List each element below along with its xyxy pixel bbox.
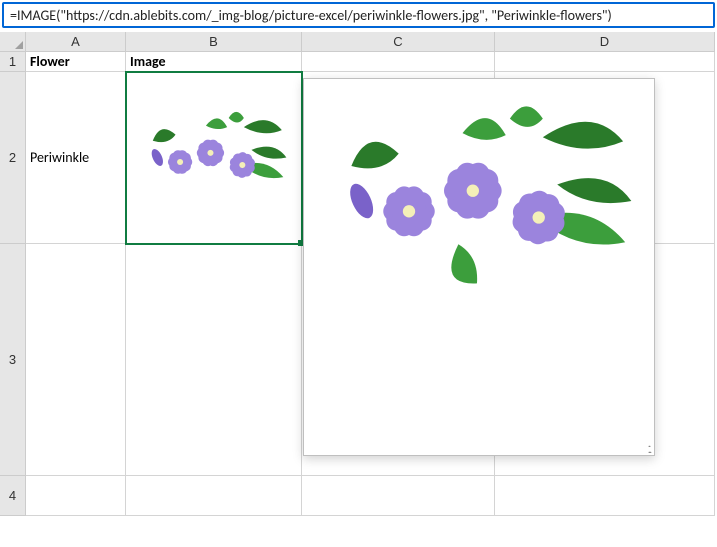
row-header-3[interactable]: 3 — [0, 244, 26, 476]
periwinkle-flowers-icon — [130, 99, 297, 216]
row-1: 1 Flower Image — [0, 52, 717, 72]
cell-C4[interactable] — [302, 476, 495, 516]
formula-bar[interactable]: =IMAGE("https://cdn.ablebits.com/_img-bl… — [2, 2, 715, 28]
formula-text: =IMAGE("https://cdn.ablebits.com/_img-bl… — [10, 7, 612, 24]
resize-handle-icon[interactable]: . .. . . — [648, 441, 650, 453]
row-header-1[interactable]: 1 — [0, 52, 26, 72]
cell-B3[interactable] — [126, 244, 302, 476]
cell-B2[interactable] — [126, 72, 302, 244]
row-header-4[interactable]: 4 — [0, 476, 26, 516]
cell-A2[interactable]: Periwinkle — [26, 72, 126, 244]
row-4: 4 — [0, 476, 717, 516]
cell-B4[interactable] — [126, 476, 302, 516]
col-header-B[interactable]: B — [126, 32, 302, 52]
cell-image — [130, 99, 297, 216]
preview-image — [304, 79, 654, 327]
select-all-corner[interactable] — [0, 32, 26, 52]
cell-A4[interactable] — [26, 476, 126, 516]
image-preview-card[interactable]: . .. . . — [303, 78, 655, 456]
cell-D1[interactable] — [495, 52, 715, 72]
row-header-2[interactable]: 2 — [0, 72, 26, 244]
cell-D4[interactable] — [495, 476, 715, 516]
col-header-A[interactable]: A — [26, 32, 126, 52]
col-header-D[interactable]: D — [495, 32, 715, 52]
periwinkle-flowers-icon — [304, 79, 654, 327]
cell-B1[interactable]: Image — [126, 52, 302, 72]
cell-C1[interactable] — [302, 52, 495, 72]
column-headers: A B C D — [0, 32, 717, 52]
cell-A3[interactable] — [26, 244, 126, 476]
cell-A1[interactable]: Flower — [26, 52, 126, 72]
col-header-C[interactable]: C — [302, 32, 495, 52]
